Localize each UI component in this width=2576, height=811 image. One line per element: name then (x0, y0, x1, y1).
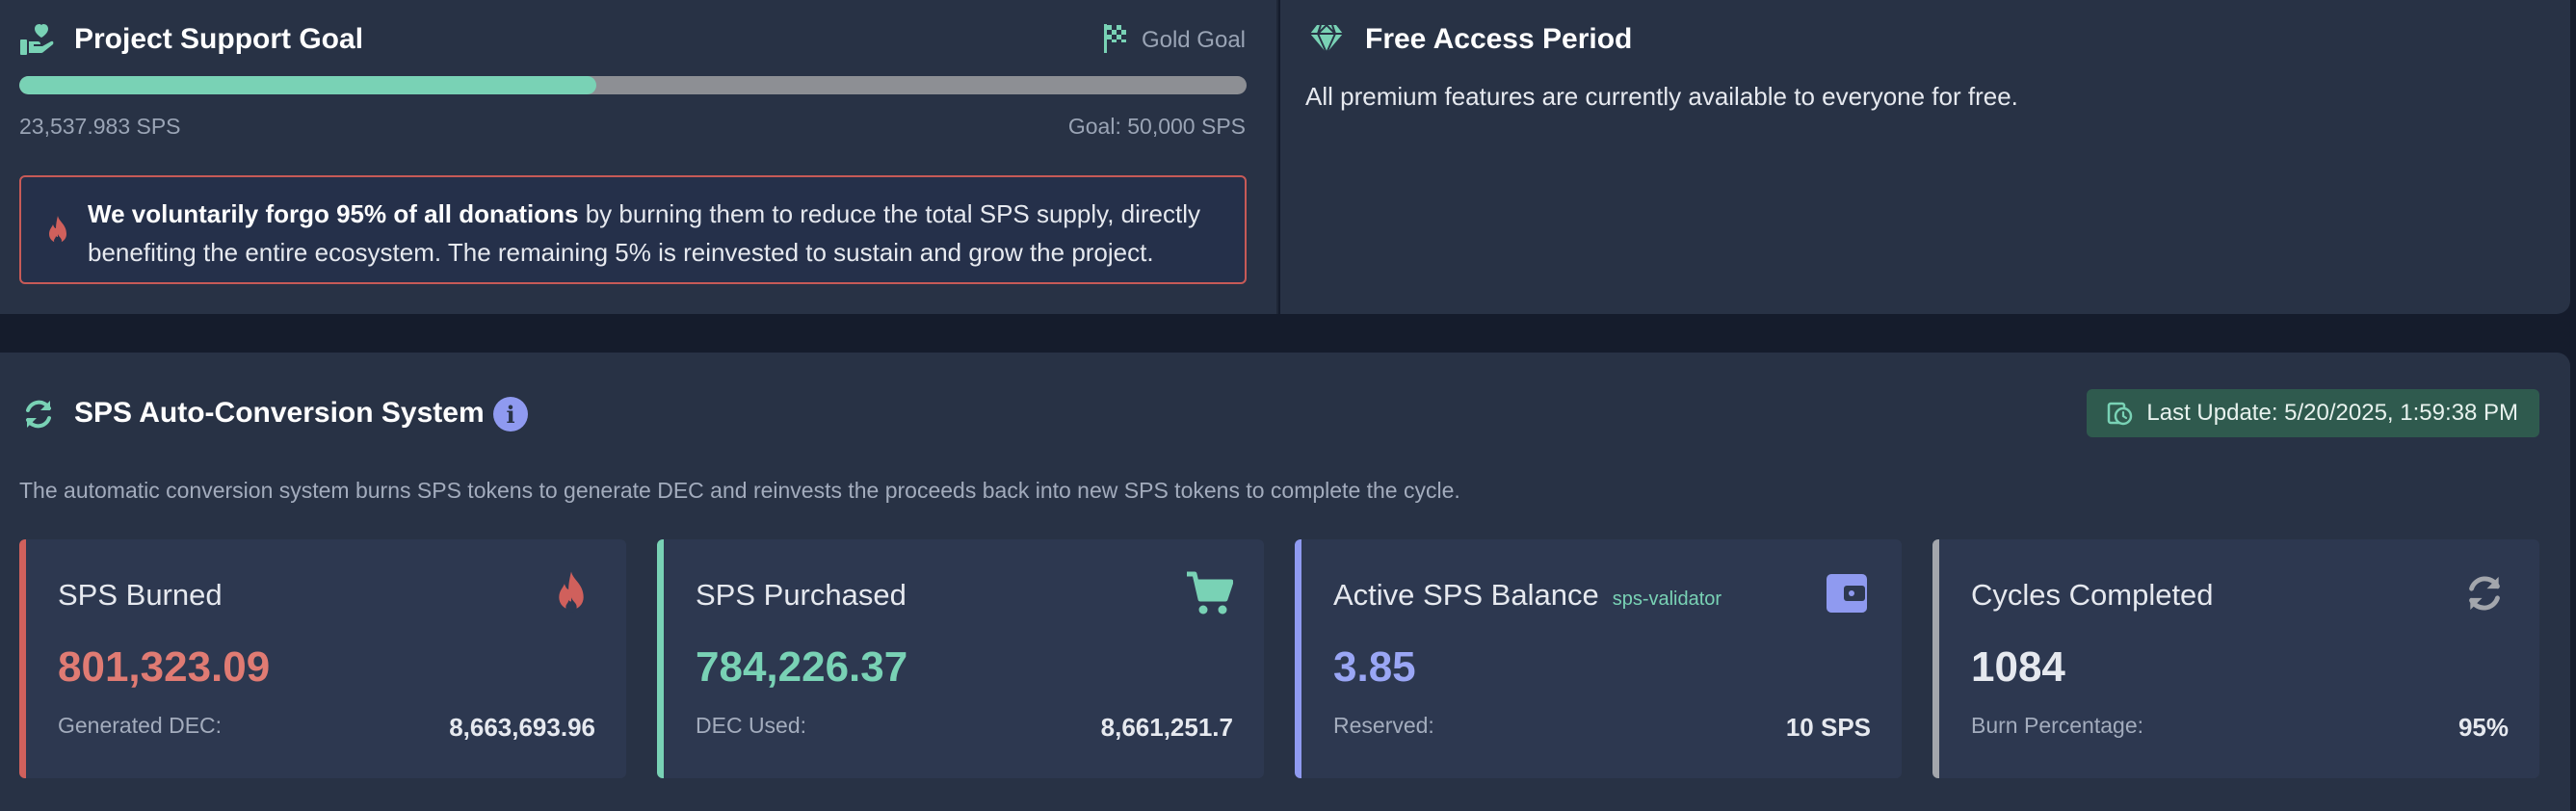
donation-burn-notice: We voluntarily forgo 95% of all donation… (19, 175, 1247, 284)
sync-icon (2460, 568, 2509, 618)
card-subvalue: 8,663,693.96 (449, 713, 595, 742)
card-label-text: Active SPS Balance (1333, 578, 1599, 612)
card-subvalue: 10 SPS (1785, 713, 1871, 742)
validator-tag: sps-validator (1612, 589, 1722, 610)
last-update-badge: Last Update: 5/20/2025, 1:59:38 PM (2087, 389, 2539, 437)
goal-progress-fill (19, 76, 596, 94)
card-value: 1084 (1971, 643, 2065, 691)
card-sublabel: Burn Percentage: (1971, 713, 2144, 738)
card-label: SPS Burned (58, 578, 223, 613)
project-support-goal-panel: Project Support Goal Gold Goal 23,537.98… (0, 0, 1276, 314)
stat-card-sps-purchased: SPS Purchased 784,226.37 DEC Used: 8,661… (657, 539, 1264, 778)
auto-conversion-description: The automatic conversion system burns SP… (19, 478, 1460, 503)
free-access-description: All premium features are currently avail… (1305, 82, 2018, 111)
panel-divider (1276, 0, 1278, 314)
stat-card-sps-burned: SPS Burned 801,323.09 Generated DEC: 8,6… (19, 539, 626, 778)
auto-conversion-title: SPS Auto-Conversion System (74, 397, 485, 429)
stat-card-active-balance: Active SPS Balance sps-validator 3.85 Res… (1295, 539, 1902, 778)
card-value: 784,226.37 (696, 643, 908, 691)
card-accent-bar (1932, 539, 1939, 778)
info-icon[interactable]: i (493, 397, 528, 432)
gem-icon (1307, 21, 1346, 56)
free-access-title: Free Access Period (1365, 23, 1633, 55)
card-subvalue: 8,661,251.7 (1100, 713, 1233, 742)
cart-icon (1185, 568, 1233, 618)
card-label-text: Cycles Completed (1971, 578, 2214, 612)
fire-icon (547, 568, 595, 618)
free-access-panel: Free Access Period All premium features … (1280, 0, 2570, 314)
sync-icon (19, 395, 58, 433)
goal-tier-label: Gold Goal (1141, 27, 1246, 53)
donation-burn-text: We voluntarily forgo 95% of all donation… (88, 195, 1224, 272)
goal-raised-amount: 23,537.983 SPS (19, 114, 181, 139)
fire-icon (40, 212, 75, 250)
checkered-flag-icon (1100, 21, 1131, 56)
goal-title: Project Support Goal (74, 23, 364, 55)
card-label-text: SPS Burned (58, 578, 223, 612)
auto-conversion-panel: SPS Auto-Conversion System i Last Update… (0, 353, 2570, 811)
card-accent-bar (1295, 539, 1301, 778)
card-label-text: SPS Purchased (696, 578, 907, 612)
card-accent-bar (657, 539, 664, 778)
clock-icon (2106, 400, 2133, 427)
card-label: Cycles Completed (1971, 578, 2214, 613)
card-accent-bar (19, 539, 26, 778)
last-update-text: Last Update: 5/20/2025, 1:59:38 PM (2146, 400, 2518, 426)
wallet-icon (1823, 568, 1871, 618)
card-subvalue: 95% (2458, 713, 2509, 742)
card-label: Active SPS Balance sps-validator (1333, 578, 1722, 613)
card-sublabel: Generated DEC: (58, 713, 223, 738)
stat-card-cycles-completed: Cycles Completed 1084 Burn Percentage: 9… (1932, 539, 2539, 778)
card-label: SPS Purchased (696, 578, 907, 613)
goal-target-amount: Goal: 50,000 SPS (1067, 114, 1246, 139)
card-sublabel: Reserved: (1333, 713, 1434, 738)
card-sublabel: DEC Used: (696, 713, 807, 738)
goal-progress-bar (19, 76, 1247, 94)
hand-holding-heart-icon (17, 19, 58, 60)
card-value: 3.85 (1333, 643, 1416, 691)
card-value: 801,323.09 (58, 643, 271, 691)
donation-burn-emphasis: We voluntarily forgo 95% of all donation… (88, 199, 579, 228)
